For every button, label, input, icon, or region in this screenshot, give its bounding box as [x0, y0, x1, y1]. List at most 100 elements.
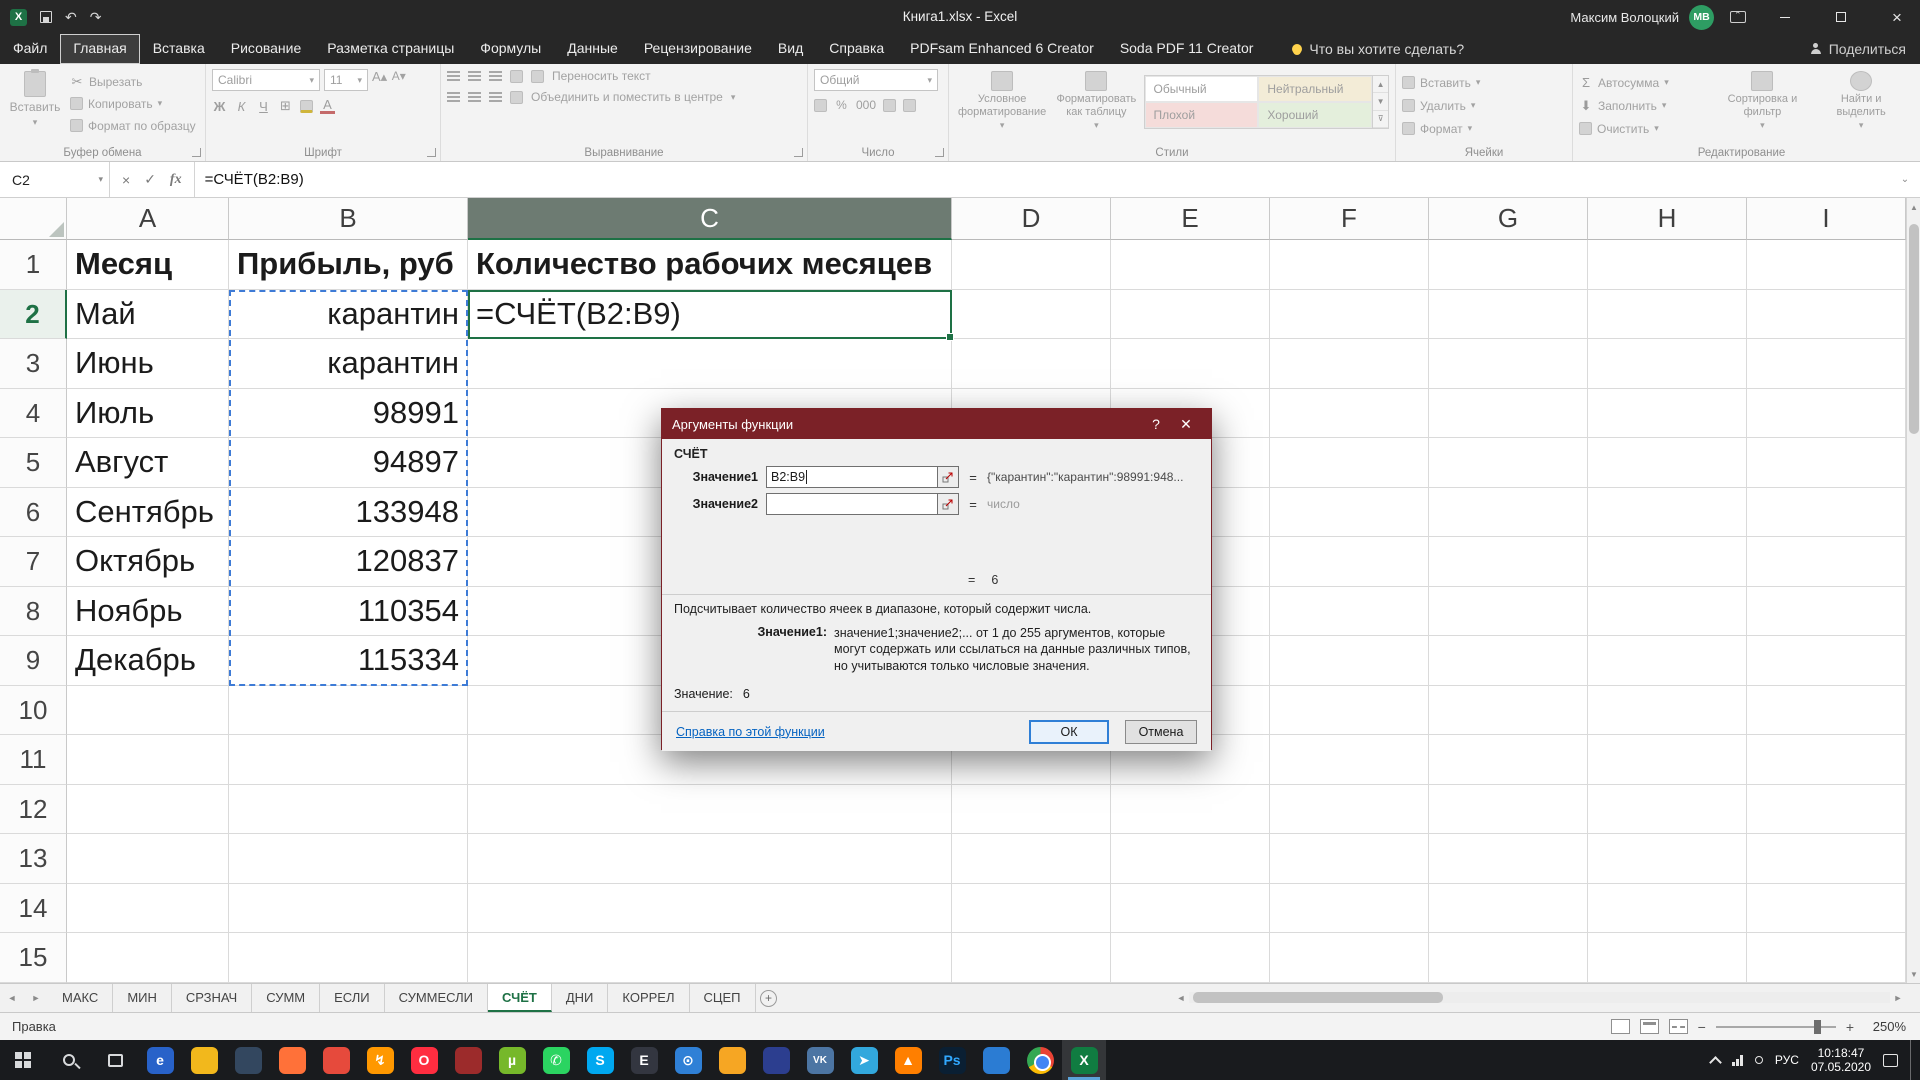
number-format-select[interactable]: Общий ▾: [814, 69, 938, 91]
row-header-15[interactable]: 15: [0, 933, 67, 983]
row-header-11[interactable]: 11: [0, 735, 67, 785]
bold-button[interactable]: Ж: [212, 99, 227, 114]
taskbar-app-opera[interactable]: O: [402, 1040, 446, 1080]
increase-decimal-icon[interactable]: [883, 98, 897, 112]
cell-F2[interactable]: [1270, 289, 1429, 339]
cell-A6[interactable]: Сентябрь: [67, 487, 229, 537]
cell-A2[interactable]: Май: [67, 289, 229, 339]
select-all-corner[interactable]: [0, 198, 67, 240]
cell-style-Хороший[interactable]: Хороший: [1258, 102, 1373, 128]
ribbon-tab-Справка[interactable]: Справка: [816, 34, 897, 64]
clear-button[interactable]: Очистить ▾: [1579, 119, 1707, 138]
cell-G4[interactable]: [1429, 388, 1588, 438]
scroll-down-icon[interactable]: ▼: [1907, 965, 1920, 983]
taskbar-app-utorrent[interactable]: µ: [490, 1040, 534, 1080]
row-header-10[interactable]: 10: [0, 685, 67, 735]
sheet-tab-СРЗНАЧ[interactable]: СРЗНАЧ: [172, 984, 253, 1012]
cell-D2[interactable]: [952, 289, 1111, 339]
comma-style-button[interactable]: 000: [856, 98, 876, 112]
cell-D13[interactable]: [952, 834, 1111, 884]
cell-I13[interactable]: [1747, 834, 1906, 884]
ribbon-tab-Главная[interactable]: Главная: [60, 34, 140, 64]
tray-chevron-icon[interactable]: [1709, 1055, 1723, 1069]
new-sheet-button[interactable]: +: [756, 984, 782, 1012]
scroll-left-icon[interactable]: ◄: [1173, 993, 1189, 1003]
share-button[interactable]: Поделиться: [1810, 34, 1906, 64]
volume-icon[interactable]: [1754, 1056, 1763, 1064]
sheet-tab-МАКС[interactable]: МАКС: [48, 984, 114, 1012]
cell-I8[interactable]: [1747, 586, 1906, 636]
cell-E12[interactable]: [1111, 784, 1270, 834]
ribbon-tab-Рецензирование[interactable]: Рецензирование: [631, 34, 765, 64]
font-color-icon[interactable]: А: [320, 98, 335, 114]
row-header-12[interactable]: 12: [0, 784, 67, 834]
cell-G1[interactable]: [1429, 240, 1588, 290]
row-header-3[interactable]: 3: [0, 339, 67, 389]
cell-I7[interactable]: [1747, 537, 1906, 587]
cell-H12[interactable]: [1588, 784, 1747, 834]
cell-B8[interactable]: 110354: [229, 586, 468, 636]
cell-C2[interactable]: =СЧЁТ(B2:B9): [468, 289, 952, 339]
cell-F1[interactable]: [1270, 240, 1429, 290]
cell-H8[interactable]: [1588, 586, 1747, 636]
minimize-button[interactable]: [1762, 0, 1808, 34]
alignment-dialog-launcher-icon[interactable]: [794, 148, 803, 157]
cell-F15[interactable]: [1270, 933, 1429, 983]
column-header-G[interactable]: G: [1429, 198, 1588, 240]
cell-H4[interactable]: [1588, 388, 1747, 438]
delete-cells-button[interactable]: Удалить ▾: [1402, 96, 1566, 115]
cell-G14[interactable]: [1429, 883, 1588, 933]
font-dialog-launcher-icon[interactable]: [427, 148, 436, 157]
cell-F13[interactable]: [1270, 834, 1429, 884]
clipboard-dialog-launcher-icon[interactable]: [192, 148, 201, 157]
cell-C3[interactable]: [468, 339, 952, 389]
column-header-B[interactable]: B: [229, 198, 468, 240]
fill-button[interactable]: ⬇ Заполнить ▾: [1579, 96, 1707, 115]
cell-B4[interactable]: 98991: [229, 388, 468, 438]
horizontal-scroll-thumb[interactable]: [1193, 992, 1443, 1003]
cell-G15[interactable]: [1429, 933, 1588, 983]
conditional-formatting-button[interactable]: Условное форматирование ▾: [955, 69, 1049, 131]
cell-B1[interactable]: Прибыль, руб: [229, 240, 468, 290]
percent-style-button[interactable]: %: [834, 98, 849, 112]
cell-B6[interactable]: 133948: [229, 487, 468, 537]
gallery-down-icon[interactable]: ▼: [1373, 93, 1388, 111]
taskbar-app-app-blue[interactable]: [974, 1040, 1018, 1080]
cell-F5[interactable]: [1270, 438, 1429, 488]
italic-button[interactable]: К: [234, 99, 249, 114]
cancel-entry-icon[interactable]: ×: [122, 172, 130, 188]
page-break-view-icon[interactable]: [1668, 1019, 1688, 1034]
taskbar-app-whatsapp[interactable]: ✆: [534, 1040, 578, 1080]
taskbar-clock[interactable]: 10:18:47 07.05.2020: [1811, 1046, 1871, 1074]
cell-G13[interactable]: [1429, 834, 1588, 884]
cell-A15[interactable]: [67, 933, 229, 983]
cell-G5[interactable]: [1429, 438, 1588, 488]
taskbar-app-app-red[interactable]: [314, 1040, 358, 1080]
shrink-font-button[interactable]: А▾: [391, 69, 406, 91]
cell-A12[interactable]: [67, 784, 229, 834]
redo-icon[interactable]: ↷: [90, 0, 102, 34]
cell-F8[interactable]: [1270, 586, 1429, 636]
cell-B12[interactable]: [229, 784, 468, 834]
align-bottom-icon[interactable]: [489, 70, 502, 82]
cell-I10[interactable]: [1747, 685, 1906, 735]
ok-button[interactable]: ОК: [1029, 719, 1109, 744]
normal-view-icon[interactable]: [1610, 1019, 1630, 1034]
cell-A14[interactable]: [67, 883, 229, 933]
number-dialog-launcher-icon[interactable]: [935, 148, 944, 157]
maximize-button[interactable]: [1818, 0, 1864, 34]
user-name[interactable]: Максим Волоцкий: [1570, 10, 1679, 25]
cell-G2[interactable]: [1429, 289, 1588, 339]
row-header-2[interactable]: 2: [0, 289, 67, 339]
cell-G11[interactable]: [1429, 735, 1588, 785]
align-middle-icon[interactable]: [468, 70, 481, 82]
sheet-tab-СЧЁТ[interactable]: СЧЁТ: [488, 984, 552, 1012]
row-header-8[interactable]: 8: [0, 586, 67, 636]
sheet-tab-ДНИ[interactable]: ДНИ: [552, 984, 609, 1012]
network-icon[interactable]: [1732, 1054, 1743, 1066]
taskbar-app-vk[interactable]: VK: [798, 1040, 842, 1080]
formula-input[interactable]: =СЧЁТ(B2:B9): [194, 162, 1890, 197]
find-select-button[interactable]: Найти и выделить ▾: [1818, 69, 1904, 138]
arg2-input[interactable]: [766, 493, 938, 515]
sheet-nav-right-icon[interactable]: ►: [24, 984, 48, 1012]
